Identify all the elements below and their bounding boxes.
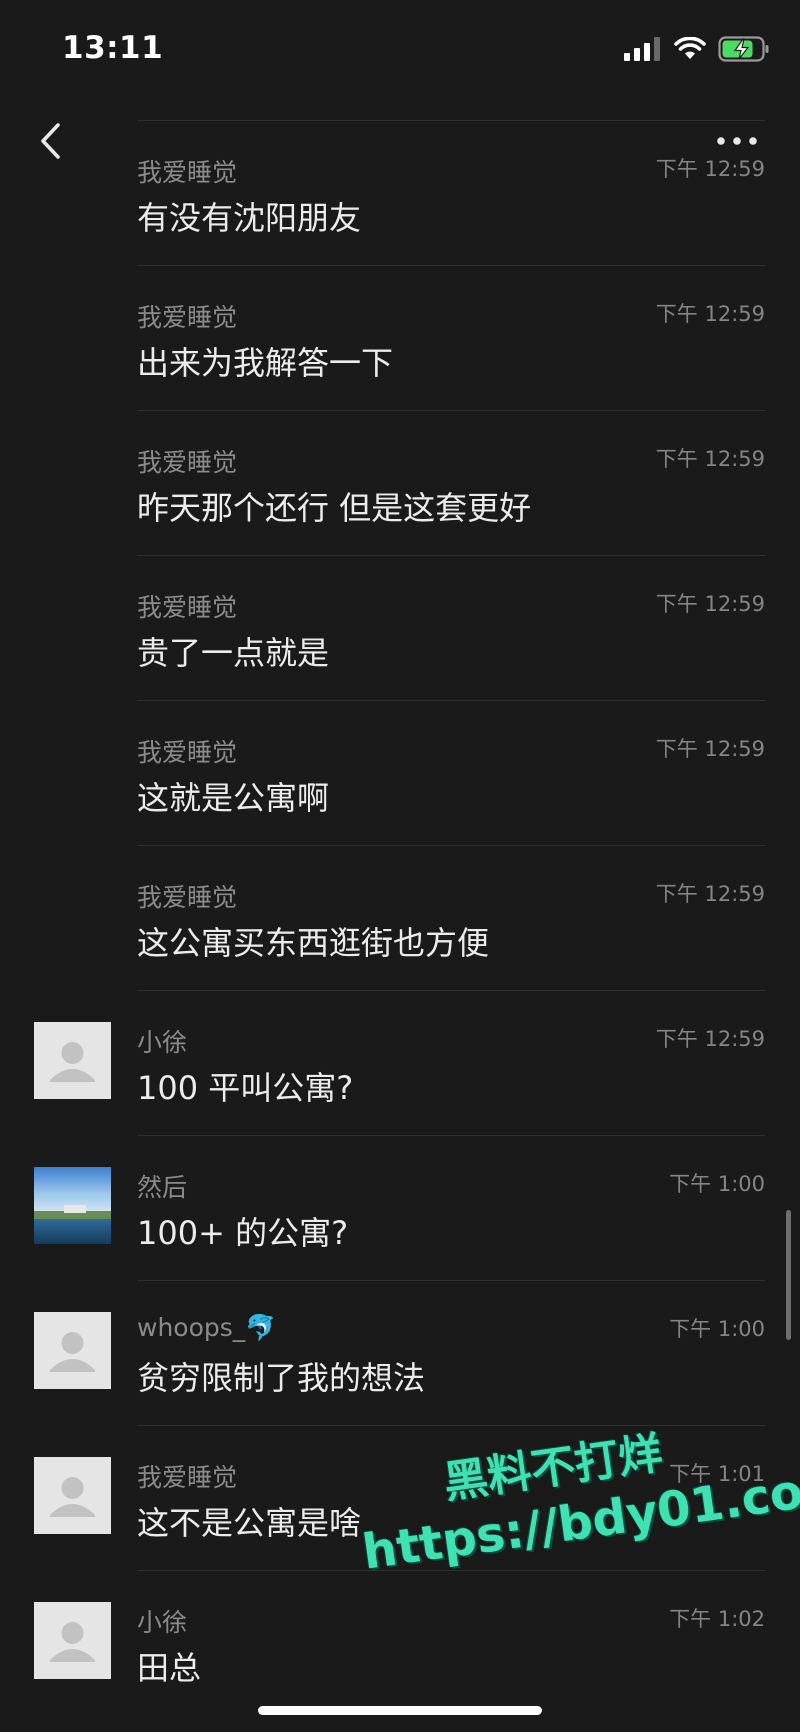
divider <box>137 265 765 266</box>
message-time: 下午 12:59 <box>655 157 765 181</box>
message-item[interactable]: whoops_🐬 下午 1:00 贫穷限制了我的想法 <box>0 1280 800 1425</box>
battery-charging-icon <box>718 36 769 62</box>
sender-name: 小徐 <box>137 1608 188 1637</box>
photo-avatar-icon <box>34 1167 111 1244</box>
message-time: 下午 12:59 <box>655 302 765 326</box>
sender-name: 然后 <box>137 1173 188 1202</box>
default-avatar-icon <box>34 1022 111 1099</box>
message-item[interactable]: 我爱睡觉 下午 12:59 出来为我解答一下 <box>0 265 800 410</box>
sender-name: 小徐 <box>137 1028 188 1057</box>
divider <box>137 410 765 411</box>
sender-name: 我爱睡觉 <box>137 883 238 912</box>
message-time: 下午 12:59 <box>655 447 765 471</box>
divider <box>137 700 765 701</box>
message-item[interactable]: 我爱睡觉 下午 12:59 这就是公寓啊 <box>0 700 800 845</box>
sender-name: 我爱睡觉 <box>137 158 238 187</box>
divider <box>137 555 765 556</box>
status-bar: 13:11 <box>0 0 800 100</box>
message-item[interactable]: 我爱睡觉 下午 1:01 这不是公寓是啥 <box>0 1425 800 1570</box>
message-time: 下午 12:59 <box>655 592 765 616</box>
message-time: 下午 12:59 <box>655 882 765 906</box>
message-text: 有没有沈阳朋友 <box>137 199 362 237</box>
message-text: 贫穷限制了我的想法 <box>137 1359 426 1397</box>
message-text: 田总 <box>137 1649 202 1687</box>
home-indicator[interactable] <box>258 1706 542 1715</box>
message-text: 昨天那个还行 但是这套更好 <box>137 489 532 527</box>
divider <box>137 1280 765 1281</box>
cellular-signal-icon <box>624 37 660 61</box>
sender-name: 我爱睡觉 <box>137 303 238 332</box>
message-text: 这不是公寓是啥 <box>137 1504 362 1542</box>
avatar[interactable] <box>34 1602 111 1679</box>
default-avatar-icon <box>34 1457 111 1534</box>
message-text: 贵了一点就是 <box>137 634 330 672</box>
message-item[interactable]: 我爱睡觉 下午 12:59 贵了一点就是 <box>0 555 800 700</box>
divider <box>137 1570 765 1571</box>
message-item[interactable]: 小徐 下午 1:02 田总 <box>0 1570 800 1715</box>
message-text: 100+ 的公寓? <box>137 1214 349 1252</box>
message-time: 下午 1:01 <box>669 1462 765 1486</box>
message-item[interactable]: 我爱睡觉 下午 12:59 有没有沈阳朋友 <box>0 120 800 265</box>
default-avatar-icon <box>34 1602 111 1679</box>
message-text: 这公寓买东西逛街也方便 <box>137 924 490 962</box>
message-time: 下午 1:00 <box>669 1317 765 1341</box>
message-text: 100 平叫公寓? <box>137 1069 354 1107</box>
message-text: 出来为我解答一下 <box>137 344 394 382</box>
sender-name: 我爱睡觉 <box>137 1463 238 1492</box>
status-icons <box>624 34 770 64</box>
message-time: 下午 12:59 <box>655 737 765 761</box>
scrollbar-thumb[interactable] <box>786 1210 791 1340</box>
avatar[interactable] <box>34 1457 111 1534</box>
default-avatar-icon <box>34 1312 111 1389</box>
divider <box>137 845 765 846</box>
divider <box>137 1425 765 1426</box>
message-item[interactable]: 小徐 下午 12:59 100 平叫公寓? <box>0 990 800 1135</box>
message-item[interactable]: 我爱睡觉 下午 12:59 昨天那个还行 但是这套更好 <box>0 410 800 555</box>
message-time: 下午 12:59 <box>655 1027 765 1051</box>
avatar[interactable] <box>34 1022 111 1099</box>
sender-name: 我爱睡觉 <box>137 738 238 767</box>
divider <box>137 120 765 121</box>
sender-name: 我爱睡觉 <box>137 593 238 622</box>
sender-name: 我爱睡觉 <box>137 448 238 477</box>
message-time: 下午 1:00 <box>669 1172 765 1196</box>
divider <box>137 990 765 991</box>
sender-name: whoops_🐬 <box>137 1313 277 1342</box>
message-list[interactable]: 我爱睡觉 下午 12:59 有没有沈阳朋友 我爱睡觉 下午 12:59 出来为我… <box>0 120 800 1715</box>
message-item[interactable]: 然后 下午 1:00 100+ 的公寓? <box>0 1135 800 1280</box>
avatar[interactable] <box>34 1312 111 1389</box>
divider <box>137 1135 765 1136</box>
wifi-icon <box>674 37 706 59</box>
status-time: 13:11 <box>62 30 164 66</box>
message-time: 下午 1:02 <box>669 1607 765 1631</box>
message-item[interactable]: 我爱睡觉 下午 12:59 这公寓买东西逛街也方便 <box>0 845 800 990</box>
avatar[interactable] <box>34 1167 111 1244</box>
message-text: 这就是公寓啊 <box>137 779 330 817</box>
